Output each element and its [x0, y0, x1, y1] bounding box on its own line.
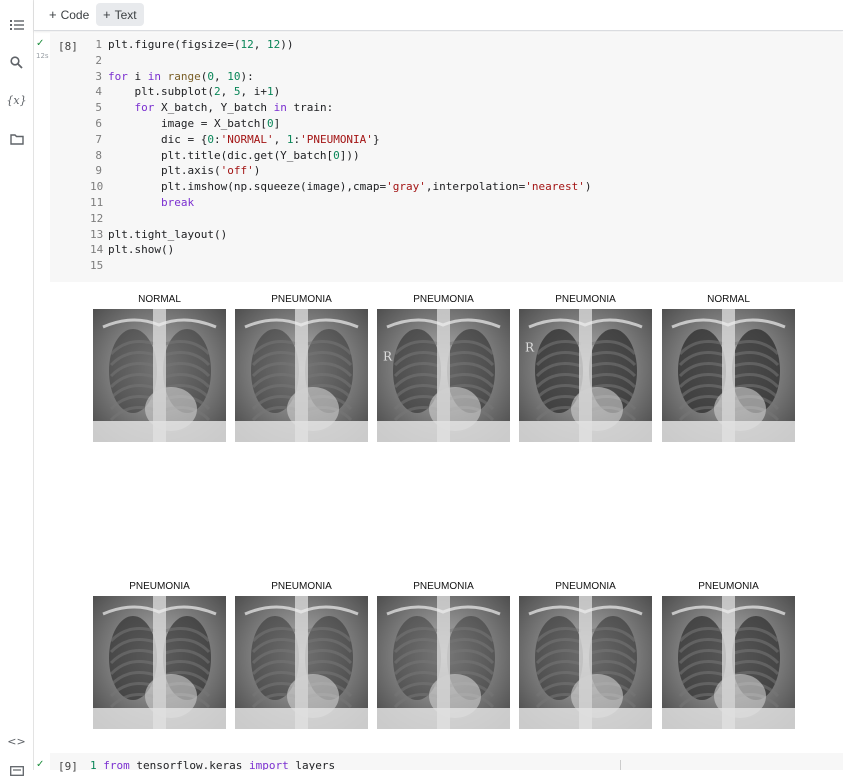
svg-text:R: R: [383, 349, 393, 363]
code-line: 15: [90, 258, 591, 274]
terminal-icon[interactable]: [8, 762, 25, 779]
line-number: 9: [95, 164, 102, 178]
line-number: 13: [90, 227, 104, 241]
subplot-title: PNEUMONIA: [555, 294, 616, 305]
line-number: 14: [90, 243, 104, 257]
code-line: 9 plt.axis('off'): [90, 163, 591, 179]
subplot-title: PNEUMONIA: [129, 581, 190, 592]
svg-text:R: R: [525, 340, 535, 354]
add-code-button[interactable]: + Code: [42, 3, 96, 26]
left-sidebar: {x} <>: [0, 0, 34, 776]
add-text-button[interactable]: + Text: [96, 3, 144, 26]
code-line: 13 plt.tight_layout(): [90, 227, 228, 241]
code-line: 7 dic = {0:'NORMAL', 1:'PNEUMONIA'}: [90, 132, 591, 148]
subplot-title: PNEUMONIA: [698, 581, 759, 592]
search-icon[interactable]: [8, 54, 25, 71]
subplot-title: PNEUMONIA: [555, 581, 616, 592]
code-line: 8 plt.title(dic.get(Y_batch[0])): [90, 148, 591, 164]
subplot-title: PNEUMONIA: [271, 294, 332, 305]
code-line: 3 for i in range(0, 10):: [90, 69, 591, 85]
subplot-title: PNEUMONIA: [413, 294, 474, 305]
next-code-cell[interactable]: 1 from tensorflow.keras import layers: [50, 753, 843, 770]
execution-time: 12s: [36, 52, 49, 60]
next-code-line: 1 from tensorflow.keras import layers: [90, 759, 336, 770]
files-icon[interactable]: [8, 130, 25, 147]
execution-count[interactable]: [8]: [58, 40, 78, 53]
line-number: 7: [95, 132, 102, 146]
code-line: 10 plt.imshow(np.squeeze(image),cmap='gr…: [90, 180, 592, 194]
code-line: 4 plt.subplot(2, 5, i+1): [90, 84, 591, 100]
line-number: 11: [90, 195, 104, 209]
line-number: 10: [90, 180, 104, 194]
code-line: 1 plt.figure(figsize=(12, 12)): [90, 37, 591, 53]
add-code-label: Code: [60, 8, 90, 22]
line-number: 15: [90, 259, 104, 273]
line-number: 4: [95, 85, 102, 99]
code-line: 6 image = X_batch[0]: [90, 116, 591, 132]
code-line: 14 plt.show(): [90, 243, 175, 257]
next-execution-count[interactable]: [9]: [58, 760, 78, 773]
plus-icon: +: [49, 7, 57, 22]
subplot-title: NORMAL: [707, 294, 750, 305]
subplot-title: PNEUMONIA: [413, 581, 474, 592]
editor-ruler: [620, 760, 621, 770]
line-number: 5: [95, 101, 102, 115]
line-number: 12: [90, 211, 104, 225]
execution-success-check-icon: ✓: [36, 38, 45, 49]
execution-success-check-icon: ✓: [36, 759, 45, 770]
line-number: 6: [95, 116, 102, 130]
add-text-label: Text: [114, 8, 137, 22]
notebook-toolbar: + Code + Text: [34, 0, 843, 31]
code-line: 2: [90, 53, 591, 69]
line-number: 1: [95, 38, 102, 51]
code-line: 11 break: [90, 195, 195, 209]
subplot-title: NORMAL: [138, 294, 181, 305]
plus-icon: +: [103, 7, 111, 22]
code-block[interactable]: 1 plt.figure(figsize=(12, 12)) 2 3 for i in …: [90, 37, 591, 274]
code-line: 5 for X_batch, Y_batch in train:: [90, 100, 591, 116]
code-snippets-icon[interactable]: <>: [7, 733, 25, 750]
line-number: 3: [95, 69, 102, 83]
code-line: 12: [90, 211, 591, 227]
variables-icon[interactable]: {x}: [6, 92, 26, 109]
table-of-contents-icon[interactable]: [8, 16, 25, 33]
line-number: 8: [95, 148, 102, 162]
subplot-title: PNEUMONIA: [271, 581, 332, 592]
line-number: 2: [95, 53, 102, 67]
